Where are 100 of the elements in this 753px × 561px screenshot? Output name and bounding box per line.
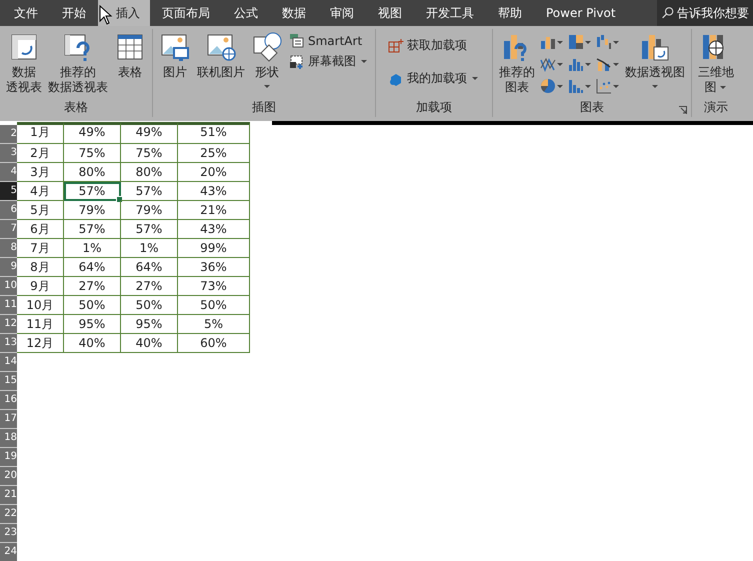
row-header[interactable]: 17 [0, 410, 17, 429]
ribbon-button[interactable]: 屏幕截图 [287, 53, 371, 70]
ribbon-tab[interactable]: 文件 [2, 0, 50, 26]
row-header[interactable]: 22 [0, 505, 17, 524]
row-header[interactable]: 18 [0, 429, 17, 448]
row-header[interactable]: 3 [0, 144, 17, 163]
caret-icon [652, 85, 658, 88]
caret-icon [557, 62, 563, 66]
row-header[interactable]: 10 [0, 277, 17, 296]
ribbon-button[interactable]: 形状 [249, 29, 285, 95]
group-label: 图表 [580, 99, 604, 116]
chart-type-button[interactable] [567, 33, 593, 51]
table-cell: 9月 [17, 277, 64, 296]
table-cell: 3月 [17, 163, 64, 182]
ribbon-tab[interactable]: 审阅 [318, 0, 366, 26]
caret-icon [720, 86, 726, 89]
search-field[interactable]: 告诉我你想要 [657, 0, 753, 26]
bar-chart-icon [568, 78, 584, 94]
row-header[interactable]: 5 [0, 182, 17, 201]
ribbon-tab[interactable]: 开始 [50, 0, 98, 26]
table-cell: 57% [121, 182, 178, 201]
ribbon-button[interactable]: 数据 透视表 [4, 29, 44, 97]
table-cell: 60% [178, 334, 250, 353]
row-header[interactable]: 8 [0, 239, 17, 258]
row-header[interactable]: 20 [0, 467, 17, 486]
caret-icon [613, 84, 619, 88]
row-header[interactable]: 19 [0, 448, 17, 467]
table-cell: 11月 [17, 315, 64, 334]
ribbon-tab[interactable]: 开发工具 [414, 0, 486, 26]
caret-icon [585, 40, 591, 44]
line-chart-icon [540, 56, 556, 72]
caret-icon [557, 84, 563, 88]
pie-chart-icon [540, 78, 556, 94]
chart-type-button[interactable] [595, 77, 621, 95]
table-cell: 7月 [17, 239, 64, 258]
ribbon-button[interactable]: 推荐的 数据透视表 [46, 29, 110, 97]
table-cell: 57% [64, 182, 121, 201]
ribbon-button[interactable]: 三维地 图 [696, 29, 736, 97]
caret-icon [613, 62, 619, 66]
table-cell: 75% [121, 144, 178, 163]
chart-type-button[interactable] [539, 77, 565, 95]
row-header[interactable]: 4 [0, 163, 17, 182]
ribbon-tab[interactable]: 帮助 [486, 0, 534, 26]
table-cell: 5月 [17, 201, 64, 220]
caret-icon [361, 60, 367, 63]
caret-icon [557, 40, 563, 44]
ribbon-button[interactable]: 表格 [112, 29, 148, 82]
row-header[interactable]: 2 [0, 125, 17, 144]
smartart-icon [289, 33, 305, 49]
table-cell: 99% [178, 239, 250, 258]
chart-type-button[interactable] [595, 33, 621, 51]
table-cell: 95% [64, 315, 121, 334]
ribbon-button[interactable]: SmartArt [287, 33, 371, 49]
ribbon-tab[interactable]: 视图 [366, 0, 414, 26]
ribbon-button[interactable]: 联机图片 [195, 29, 247, 82]
ribbon-button[interactable]: 我的加载项 [386, 70, 482, 87]
ribbon-button[interactable]: 数据透视图 [623, 29, 687, 95]
ribbon-tab[interactable]: Power Pivot [534, 0, 628, 26]
dialog-launcher-icon[interactable] [679, 106, 687, 114]
row-header[interactable]: 6 [0, 201, 17, 220]
ribbon-button[interactable]: 获取加载项 [386, 37, 482, 54]
shapes-icon [251, 31, 283, 63]
table-cell: 27% [64, 277, 121, 296]
ribbon-tab[interactable]: 页面布局 [150, 0, 222, 26]
table-cell: 1% [64, 239, 121, 258]
table-cell: 95% [121, 315, 178, 334]
row-header[interactable]: 24 [0, 543, 17, 561]
table-cell: 50% [178, 296, 250, 315]
caret-icon [472, 77, 478, 80]
row-header[interactable]: 9 [0, 258, 17, 277]
row-header[interactable]: 21 [0, 486, 17, 505]
row-header[interactable]: 23 [0, 524, 17, 543]
group-label: 演示 [704, 99, 728, 116]
table-cell: 27% [121, 277, 178, 296]
table-cell: 80% [121, 163, 178, 182]
table-cell: 73% [178, 277, 250, 296]
caret-icon [264, 85, 270, 88]
table-cell: 36% [178, 258, 250, 277]
row-header[interactable]: 14 [0, 353, 17, 372]
ribbon-tab[interactable]: 插入 [98, 0, 150, 26]
search-icon [661, 5, 674, 21]
row-header[interactable]: 11 [0, 296, 17, 315]
row-header[interactable]: 12 [0, 315, 17, 334]
mouse-pointer-icon [99, 5, 113, 25]
ribbon-tab[interactable]: 数据 [270, 0, 318, 26]
ribbon-button[interactable]: 推荐的 图表 [497, 29, 537, 97]
caret-icon [613, 40, 619, 44]
table-cell: 49% [64, 122, 121, 144]
ribbon-tab[interactable]: 公式 [222, 0, 270, 26]
row-header[interactable]: 16 [0, 391, 17, 410]
row-header[interactable]: 7 [0, 220, 17, 239]
fill-handle[interactable] [116, 196, 123, 203]
row-header[interactable]: 15 [0, 372, 17, 391]
row-header[interactable]: 13 [0, 334, 17, 353]
table-cell: 51% [178, 122, 250, 144]
table-cell: 79% [64, 201, 121, 220]
table-cell: 20% [178, 163, 250, 182]
ribbon-button[interactable]: 图片 [157, 29, 193, 82]
table-cell: 50% [121, 296, 178, 315]
table-cell: 80% [64, 163, 121, 182]
